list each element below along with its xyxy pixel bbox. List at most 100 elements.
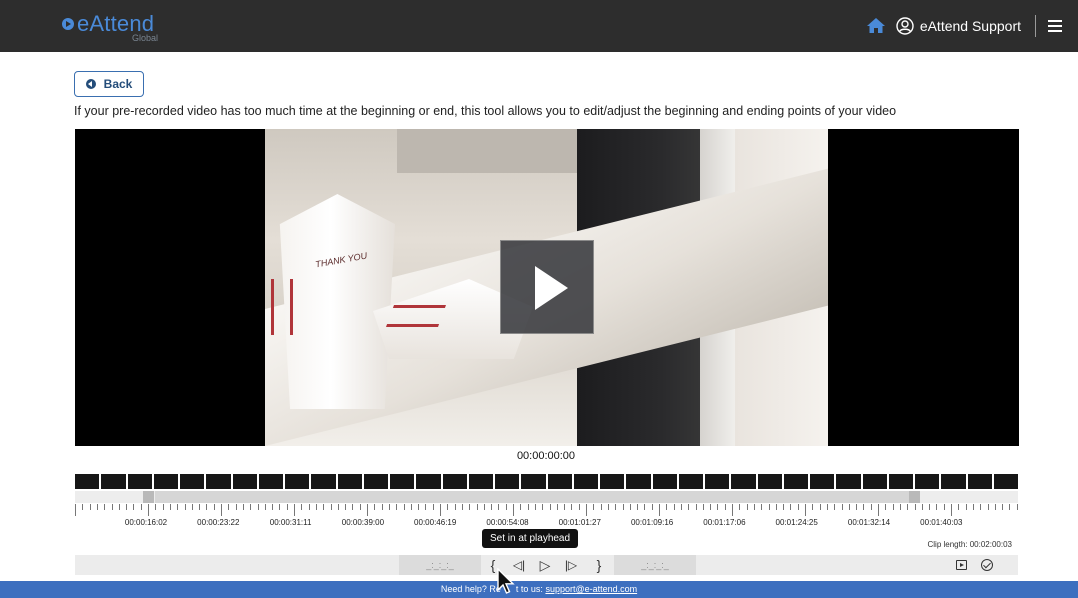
ruler-tick	[89, 504, 91, 510]
intro-text: If your pre-recorded video has too much …	[74, 104, 897, 118]
thumbnail-cell[interactable]	[652, 474, 677, 489]
ruler-tick	[870, 504, 872, 510]
set-out-button[interactable]: }	[590, 555, 608, 575]
thumbnail-cell[interactable]	[783, 474, 808, 489]
ruler-tick	[994, 504, 996, 510]
ruler-tick	[659, 504, 660, 516]
thumbnail-cell[interactable]	[232, 474, 257, 489]
ruler-tick	[498, 504, 500, 510]
thumbnail-cell[interactable]	[547, 474, 572, 489]
thumbnail-cell[interactable]	[390, 474, 415, 489]
help-footer: Need help? Re t to us: support@e-attend.…	[0, 581, 1078, 598]
thumbnail-cell[interactable]	[941, 474, 966, 489]
thumbnail-cell[interactable]	[127, 474, 152, 489]
thumbnail-cell[interactable]	[678, 474, 703, 489]
ruler-tick	[797, 504, 799, 510]
trim-in-handle[interactable]	[143, 491, 154, 503]
thumbnail-cell[interactable]	[258, 474, 283, 489]
preview-icon[interactable]	[956, 560, 967, 570]
ruler-tick	[710, 504, 712, 510]
play-icon[interactable]	[500, 240, 594, 334]
thumbnail-cell[interactable]	[495, 474, 520, 489]
nav-right: eAttend Support	[866, 0, 1078, 52]
ruler-tick	[921, 504, 923, 510]
thumbnail-cell[interactable]	[993, 474, 1018, 489]
ruler-tick	[294, 504, 295, 516]
thumbnail-cell[interactable]	[757, 474, 782, 489]
ruler-tick	[96, 504, 98, 510]
next-frame-button[interactable]: |▷	[562, 555, 580, 575]
thumbnail-cell[interactable]	[915, 474, 940, 489]
ruler-tick	[191, 504, 193, 510]
thumbnail-cell[interactable]	[285, 474, 310, 489]
ruler-tick	[1009, 504, 1011, 510]
support-email-link[interactable]: support@e-attend.com	[545, 584, 637, 594]
ruler-tick	[673, 504, 675, 510]
thumbnail-cell[interactable]	[888, 474, 913, 489]
timeline-ruler[interactable]	[75, 504, 1018, 516]
thumbnail-cell[interactable]	[468, 474, 493, 489]
thumbnail-cell[interactable]	[705, 474, 730, 489]
tick-label: 00:00:46:19	[414, 518, 457, 527]
thumbnail-cell[interactable]	[311, 474, 336, 489]
home-icon[interactable]	[866, 16, 886, 36]
thumbnail-cell[interactable]	[626, 474, 651, 489]
thumbnail-cell[interactable]	[337, 474, 362, 489]
ruler-tick	[162, 504, 164, 510]
trim-track[interactable]	[75, 491, 1018, 503]
thumbnail-cell[interactable]	[731, 474, 756, 489]
back-button[interactable]: Back	[74, 71, 144, 97]
ruler-tick	[929, 504, 931, 510]
tick-label: 00:01:17:06	[703, 518, 746, 527]
chevron-left-icon	[85, 79, 96, 89]
thumbnail-cell[interactable]	[573, 474, 598, 489]
ruler-tick	[461, 504, 463, 510]
video-player[interactable]: THANK YOU	[75, 129, 1019, 446]
ruler-tick	[899, 504, 901, 510]
ruler-tick	[768, 504, 770, 510]
thumbnail-cell[interactable]	[967, 474, 992, 489]
ruler-tick	[155, 504, 157, 510]
support-link[interactable]: eAttend Support	[920, 18, 1021, 34]
ruler-tick	[856, 504, 858, 510]
thumbnail-cell[interactable]	[600, 474, 625, 489]
thumbnail-cell[interactable]	[416, 474, 441, 489]
nav-divider	[1035, 15, 1036, 37]
play-button[interactable]: ▷	[536, 555, 554, 575]
ruler-tick	[688, 504, 690, 510]
ruler-tick	[1016, 504, 1018, 510]
thumbnail-cell[interactable]	[153, 474, 178, 489]
ruler-tick	[607, 504, 609, 510]
ruler-tick	[308, 504, 310, 510]
ruler-tick	[593, 504, 595, 510]
thumbnail-strip[interactable]	[75, 474, 1018, 489]
ruler-tick	[388, 504, 390, 510]
trim-selection[interactable]	[155, 491, 909, 503]
thumbnail-cell[interactable]	[521, 474, 546, 489]
menu-icon[interactable]	[1048, 20, 1062, 32]
out-timecode-field[interactable]: _:_:_:_	[614, 555, 696, 575]
tick-label: 00:01:01:27	[558, 518, 601, 527]
thumbnail-cell[interactable]	[836, 474, 861, 489]
thumbnail-cell[interactable]	[206, 474, 231, 489]
trim-out-handle[interactable]	[909, 491, 920, 503]
ruler-tick	[746, 504, 748, 510]
thumbnail-cell[interactable]	[180, 474, 205, 489]
in-timecode-field[interactable]: _:_:_:_	[399, 555, 481, 575]
ruler-tick	[505, 504, 507, 510]
thumbnail-cell[interactable]	[810, 474, 835, 489]
user-circle-icon[interactable]	[896, 17, 914, 35]
thumbnail-cell[interactable]	[75, 474, 100, 489]
ruler-tick	[987, 504, 989, 510]
thumbnail-cell[interactable]	[101, 474, 126, 489]
thumbnail-cell[interactable]	[862, 474, 887, 489]
ruler-tick	[111, 504, 113, 510]
check-circle-icon[interactable]	[981, 559, 993, 571]
footer-text-2: t to us:	[515, 584, 546, 594]
ruler-tick	[556, 504, 558, 510]
ruler-tick	[133, 504, 135, 510]
ruler-tick	[425, 504, 427, 510]
thumbnail-cell[interactable]	[363, 474, 388, 489]
thumbnail-cell[interactable]	[442, 474, 467, 489]
ruler-tick	[352, 504, 354, 510]
